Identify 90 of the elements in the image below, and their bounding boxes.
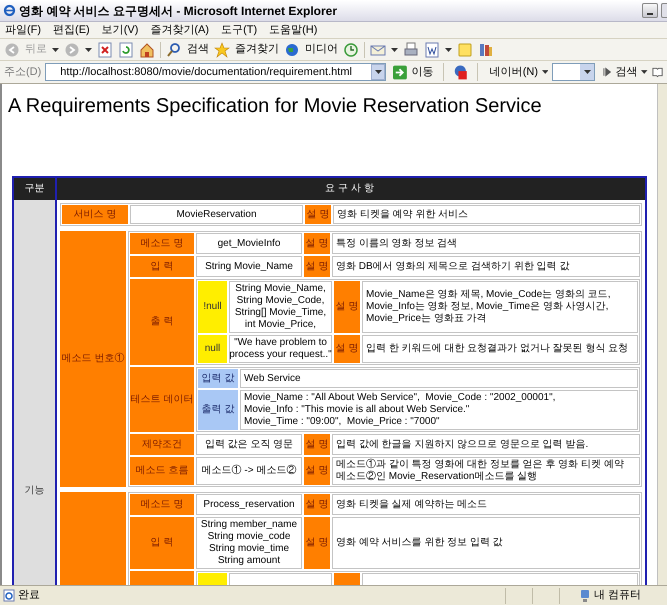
- value-cell: String Movie_Name: [196, 256, 302, 277]
- value-cell: MovieReservation: [130, 205, 303, 224]
- value-cell: 영화 DB에서 영화의 제목으로 검색하기 위한 입력 값: [332, 256, 640, 277]
- menu-item[interactable]: 파일(F): [5, 22, 42, 38]
- search-icon[interactable]: [166, 42, 182, 58]
- label-cell: 메소드 흐름: [130, 457, 194, 485]
- menu-item[interactable]: 도움말(H): [269, 22, 318, 38]
- address-field[interactable]: http://localhost:8080/movie/documentation/requirement.html: [45, 63, 386, 81]
- value-cell: 영화 티켓을 실제 예약하는 메소드: [332, 494, 640, 515]
- value-cell: get_MovieInfo: [196, 233, 302, 254]
- caret-icon[interactable]: [641, 70, 648, 74]
- column-header: 요구사항: [324, 182, 378, 196]
- stop-icon[interactable]: [97, 42, 113, 58]
- label-cell: 입 력: [130, 256, 194, 277]
- caret-icon[interactable]: [374, 70, 382, 74]
- caret-icon[interactable]: [584, 70, 591, 74]
- address-label: 주소(D): [4, 64, 42, 80]
- value-cell: 영화 티켓을 예약 위한 서비스: [333, 205, 640, 224]
- minimize-button[interactable]: [642, 3, 658, 18]
- history-icon[interactable]: [343, 42, 359, 58]
- label-cell: 제약조건: [130, 434, 194, 455]
- menu-item[interactable]: 즐겨찾기(A): [150, 22, 210, 38]
- label-cell: 입력 값: [198, 369, 238, 388]
- value-cell: Web Service: [240, 369, 638, 388]
- search-arrow-icon[interactable]: [603, 67, 612, 77]
- value-cell: Movie_Name : "All About Web Service", Movie_Code : "2002_00001", Movie_Info : "This movie is all about Web Service." Movie_Time : "09:00", Movie_Price : "7000": [240, 390, 638, 430]
- go-button-label[interactable]: 이동: [411, 64, 434, 80]
- label-cell: 출 력: [130, 279, 194, 365]
- menu-item[interactable]: 편집(E): [53, 22, 90, 38]
- caret-icon[interactable]: [52, 48, 59, 52]
- value-cell: Process_reservation: [196, 494, 302, 515]
- caret-icon[interactable]: [391, 48, 398, 52]
- caret-icon[interactable]: [542, 70, 548, 74]
- go-arrow-icon[interactable]: [393, 64, 408, 80]
- home-icon[interactable]: [139, 42, 155, 58]
- window-title: 영화 예약 서비스 요구명세서 - Microsoft Internet Explorer: [19, 2, 338, 20]
- page-heading: A Requirements Specification for Movie Reservation Service: [8, 94, 543, 119]
- book-icon[interactable]: [652, 66, 663, 78]
- computer-icon: [579, 588, 591, 602]
- document-icon[interactable]: [424, 42, 440, 58]
- label-cell: 설 명: [334, 281, 360, 333]
- printer-icon[interactable]: [403, 42, 419, 58]
- naver-link[interactable]: 네이버(N): [490, 64, 538, 80]
- media-button-label[interactable]: 미디어: [305, 41, 338, 58]
- caret-icon[interactable]: [85, 48, 92, 52]
- books-icon[interactable]: [478, 42, 494, 58]
- value-cell: 메소드① -> 메소드②: [196, 457, 302, 485]
- label-cell: 메소드 명: [130, 233, 194, 254]
- search-button-label[interactable]: 검색: [615, 64, 638, 80]
- label-cell: 설 명: [304, 256, 330, 277]
- star-icon[interactable]: [214, 42, 230, 58]
- value-cell: 영화 예약 서비스를 위한 정보 입력 값: [332, 517, 640, 569]
- value-cell: 특정 이름의 영화 정보 검색: [332, 233, 640, 254]
- label-cell: 설 명: [304, 233, 330, 254]
- value-cell: 입력 한 키워드에 대한 요청결과가 없거나 잘못된 형식 요청: [362, 335, 638, 363]
- refresh-icon[interactable]: [118, 42, 134, 58]
- browser-icon: [3, 4, 16, 17]
- label-cell: 메소드 명: [130, 494, 194, 515]
- label-cell: null: [198, 335, 227, 363]
- label-cell: 설 명: [304, 434, 330, 455]
- zone-text: 내 컴퓨터: [594, 588, 642, 604]
- value-cell: "We have problem to process your request..": [229, 335, 332, 363]
- value-cell: 메소드①과 같이 특정 영화에 대한 정보를 얻은 후 영화 티켓 예약 메소드②인 Movie_Reservation메소드를 실행: [332, 457, 640, 485]
- label-cell: 설 명: [305, 205, 331, 224]
- label-cell: 설 명: [304, 494, 330, 515]
- category-cell: 기능: [14, 200, 57, 585]
- caret-icon[interactable]: [445, 48, 452, 52]
- menu-item[interactable]: 도구(T): [221, 22, 258, 38]
- search-button-label[interactable]: 검색: [187, 41, 209, 58]
- label-cell: 설 명: [304, 457, 330, 485]
- value-cell: Movie_Name은 영화 제목, Movie_Code는 영화의 코드, Movie_Info는 영화 정보, Movie_Time은 영화 사영시간, Movie_Price는 영화표 가격: [362, 281, 638, 333]
- globe-icon[interactable]: [284, 42, 300, 58]
- menu-item[interactable]: 보기(V): [102, 22, 138, 38]
- label-cell: 테스트 데이터: [130, 367, 194, 432]
- value-cell: String Movie_Name, String Movie_Code, String[] Movie_Time, int Movie_Price,: [229, 281, 332, 333]
- page-icon: [3, 589, 15, 602]
- status-text: 완료: [18, 588, 41, 604]
- label-cell: 서비스 명: [62, 205, 128, 224]
- value-cell: String member_name String movie_code String movie_time String amount: [196, 517, 302, 569]
- favorites-button-label[interactable]: 즐겨찾기: [235, 41, 279, 58]
- label-cell: 입 력: [130, 517, 194, 569]
- pdf-icon[interactable]: [452, 63, 469, 81]
- value-cell: 입력 값에 한글을 지원하지 않으므로 영문으로 입력 받음.: [332, 434, 640, 455]
- label-cell: 설 명: [304, 517, 330, 569]
- method-label-cell: 메소드 번호①: [60, 231, 126, 487]
- label-cell: 출력 값: [198, 390, 238, 430]
- label-cell: !null: [198, 281, 227, 333]
- dropdown-button[interactable]: [371, 64, 386, 80]
- value-cell: 입력 값은 오직 영문: [196, 434, 302, 455]
- label-cell: 설 명: [334, 335, 360, 363]
